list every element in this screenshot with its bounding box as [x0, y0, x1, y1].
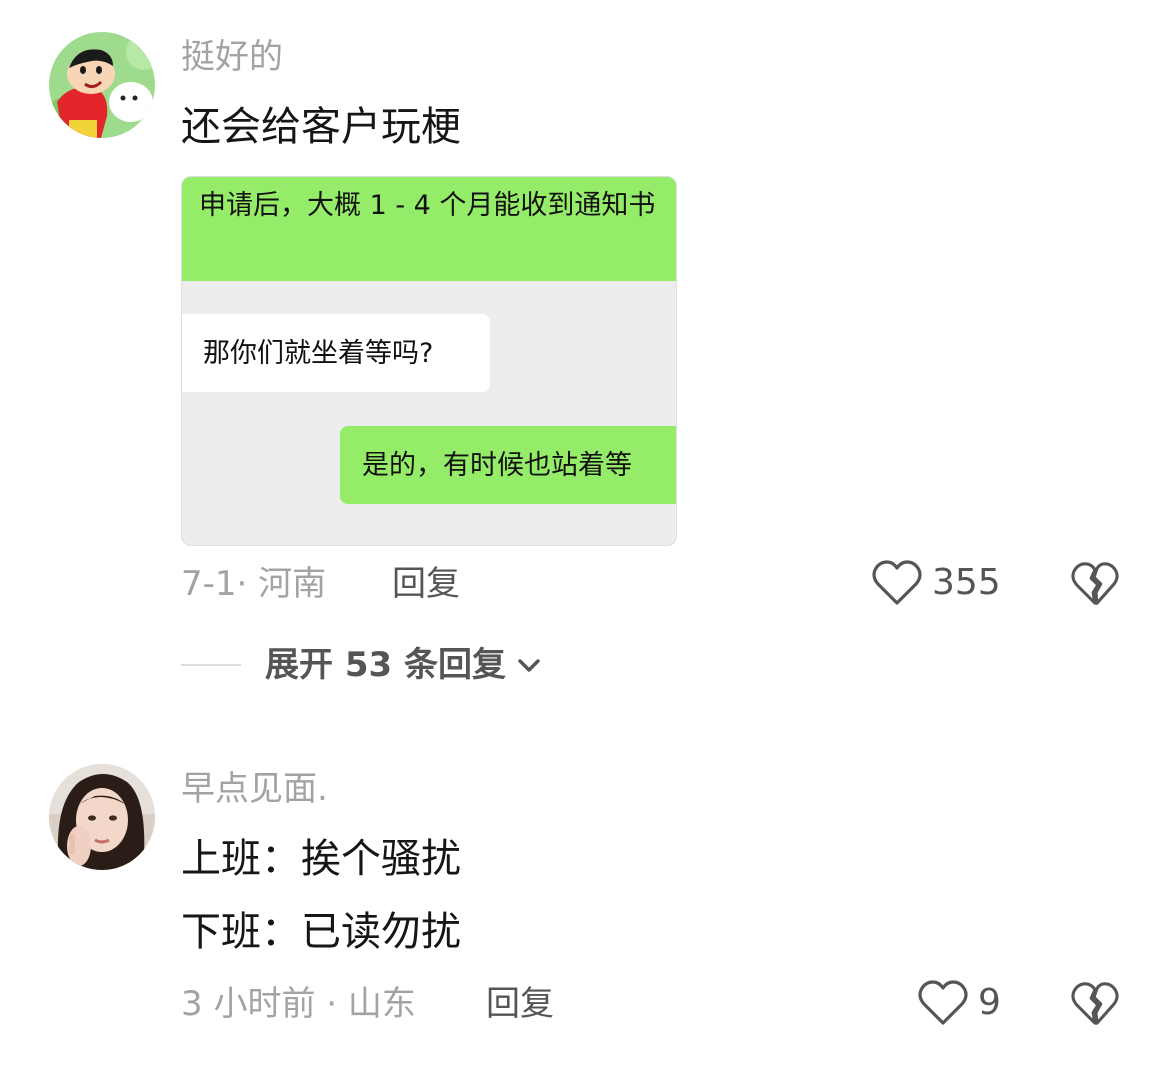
like-button[interactable]: 355 — [872, 560, 1001, 606]
divider — [181, 664, 241, 666]
chat-message-outgoing-top: 申请后，大概 1 - 4 个月能收到通知书 — [182, 177, 676, 281]
avatar-girl[interactable] — [49, 764, 155, 870]
like-button[interactable]: 9 — [918, 980, 1001, 1026]
comment-list: 挺好的 还会给客户玩梗 申请后，大概 1 - 4 个月能收到通知书 那你们就坐着… — [0, 0, 1170, 1069]
chat-message-text: 那你们就坐着等吗? — [203, 337, 434, 369]
comment-username[interactable]: 挺好的 — [181, 40, 283, 74]
expand-replies-button[interactable]: 展开 53 条回复 — [181, 648, 544, 682]
reply-button[interactable]: 回复 — [486, 987, 554, 1021]
broken-heart-icon[interactable] — [1071, 980, 1119, 1028]
chat-message-text: 是的，有时候也站着等 — [362, 449, 632, 481]
avatar-crayon-shinchan[interactable] — [49, 32, 155, 138]
reply-button[interactable]: 回复 — [392, 567, 460, 601]
crayon-shinchan-avatar-icon — [49, 32, 155, 138]
comment-meta: 3 小时前 · 山东 — [181, 984, 416, 1024]
comment-attached-image[interactable]: 申请后，大概 1 - 4 个月能收到通知书 那你们就坐着等吗? 是的，有时候也站… — [181, 176, 677, 546]
heart-icon — [872, 560, 922, 605]
broken-heart-icon[interactable] — [1071, 560, 1119, 608]
comment-meta: 7-1· 河南 — [181, 564, 327, 604]
comment-text-line: 上班：挨个骚扰 — [181, 836, 461, 882]
chat-message-incoming: 那你们就坐着等吗? — [182, 314, 490, 392]
like-count: 355 — [932, 562, 1001, 603]
chat-message-text: 申请后，大概 1 - 4 个月能收到通知书 — [199, 190, 656, 221]
expand-replies-label: 展开 53 条回复 — [265, 645, 506, 685]
like-count: 9 — [978, 982, 1001, 1023]
chat-message-outgoing: 是的，有时候也站着等 — [340, 426, 676, 504]
heart-icon — [918, 980, 968, 1025]
comment-text: 还会给客户玩梗 — [181, 104, 461, 150]
girl-photo-avatar-icon — [49, 764, 155, 870]
comment-username[interactable]: 早点见面. — [181, 772, 328, 806]
comment-text-line: 下班：已读勿扰 — [181, 909, 461, 955]
chevron-down-icon — [518, 659, 540, 672]
